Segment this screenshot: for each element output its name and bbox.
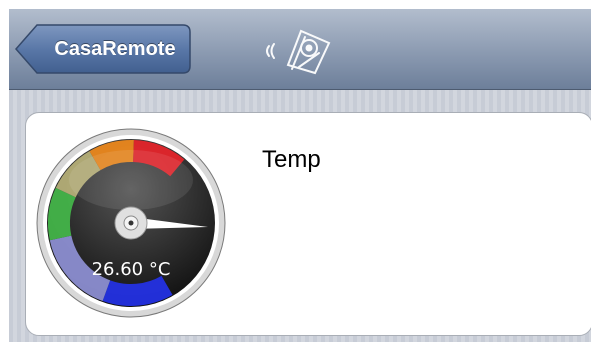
back-button-label: CasaRemote — [54, 38, 176, 60]
back-button[interactable]: CasaRemote — [15, 23, 191, 75]
navigation-bar: CasaRemote — [9, 9, 591, 90]
temperature-reading: 26.60 °C — [91, 259, 171, 280]
gauge-zone-2 — [48, 187, 76, 241]
remote-control-signal-icon — [266, 29, 331, 75]
temperature-gauge-icon — [36, 128, 226, 318]
gauge-zone-0 — [102, 275, 173, 306]
widget-title: Temp — [262, 146, 321, 173]
